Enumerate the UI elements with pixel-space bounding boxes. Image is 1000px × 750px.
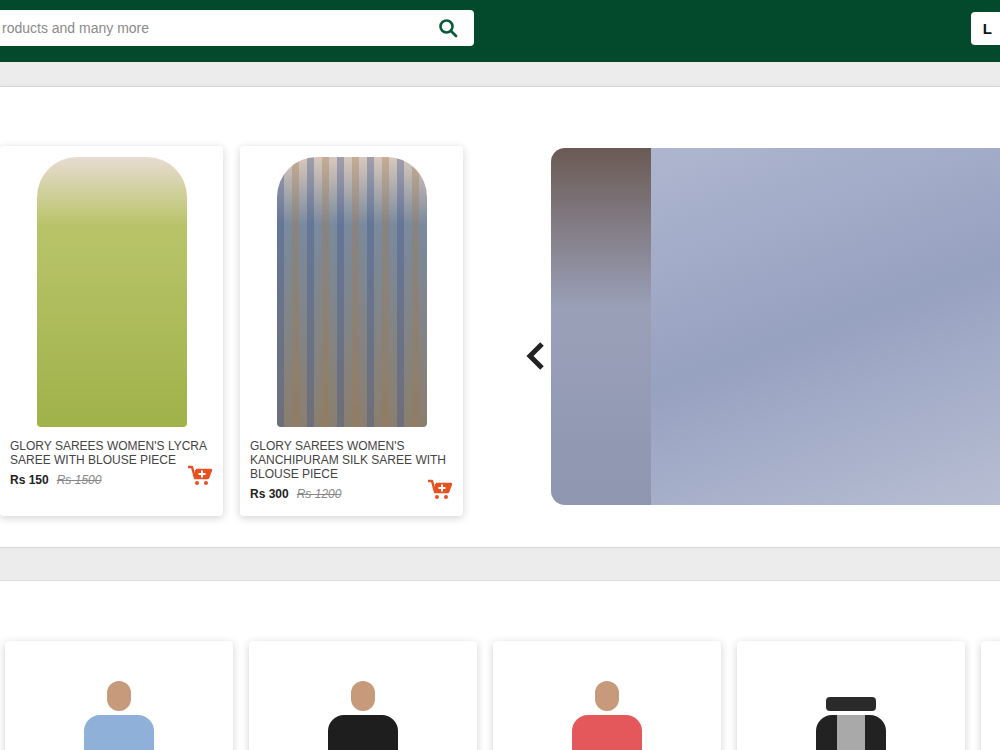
product-card[interactable] [249,641,477,750]
featured-section: GLORY SAREES WOMEN'S LYCRA SAREE WITH BL… [0,87,1000,547]
price: Rs 300 [250,487,289,501]
search-box[interactable] [0,10,474,46]
divider-strip [0,547,1000,581]
product-photo[interactable] [10,151,213,427]
product-card[interactable] [5,641,233,750]
top-bar: L [0,0,1000,62]
product-title[interactable]: GLORY SAREES WOMEN'S LYCRA SAREE WITH BL… [10,439,213,467]
previous-arrow-icon[interactable] [525,341,547,371]
product-photo[interactable] [84,681,154,750]
product-photo[interactable] [328,681,398,750]
product-card[interactable] [981,641,1000,750]
product-list: GLORY SAREES WOMEN'S LYCRA SAREE WITH BL… [0,146,463,516]
product-photo[interactable] [250,151,453,427]
product-card[interactable]: GLORY SAREES WOMEN'S LYCRA SAREE WITH BL… [0,146,223,516]
men-section [0,581,1000,750]
login-button[interactable]: L [971,12,1000,45]
divider-strip [0,62,1000,87]
product-card[interactable] [737,641,965,750]
price-row: Rs 300 Rs 1200 [250,487,453,501]
price: Rs 150 [10,473,49,487]
product-title[interactable]: GLORY SAREES WOMEN'S KANCHIPURAM SILK SA… [250,439,453,481]
product-photo[interactable] [572,681,642,750]
price-row: Rs 150 Rs 1500 [10,473,213,487]
old-price: Rs 1500 [57,473,102,487]
search-input[interactable] [2,20,438,36]
promo-banner[interactable] [551,148,1000,505]
add-to-cart-icon[interactable] [187,465,213,487]
search-icon[interactable] [438,18,458,38]
product-card[interactable]: GLORY SAREES WOMEN'S KANCHIPURAM SILK SA… [240,146,463,516]
old-price: Rs 1200 [297,487,342,501]
shop-page: L GLORY SAREES WOMEN'S LYCRA SAREE WITH B… [0,0,1000,750]
add-to-cart-icon[interactable] [427,479,453,501]
product-card[interactable] [493,641,721,750]
product-photo[interactable] [816,681,886,750]
